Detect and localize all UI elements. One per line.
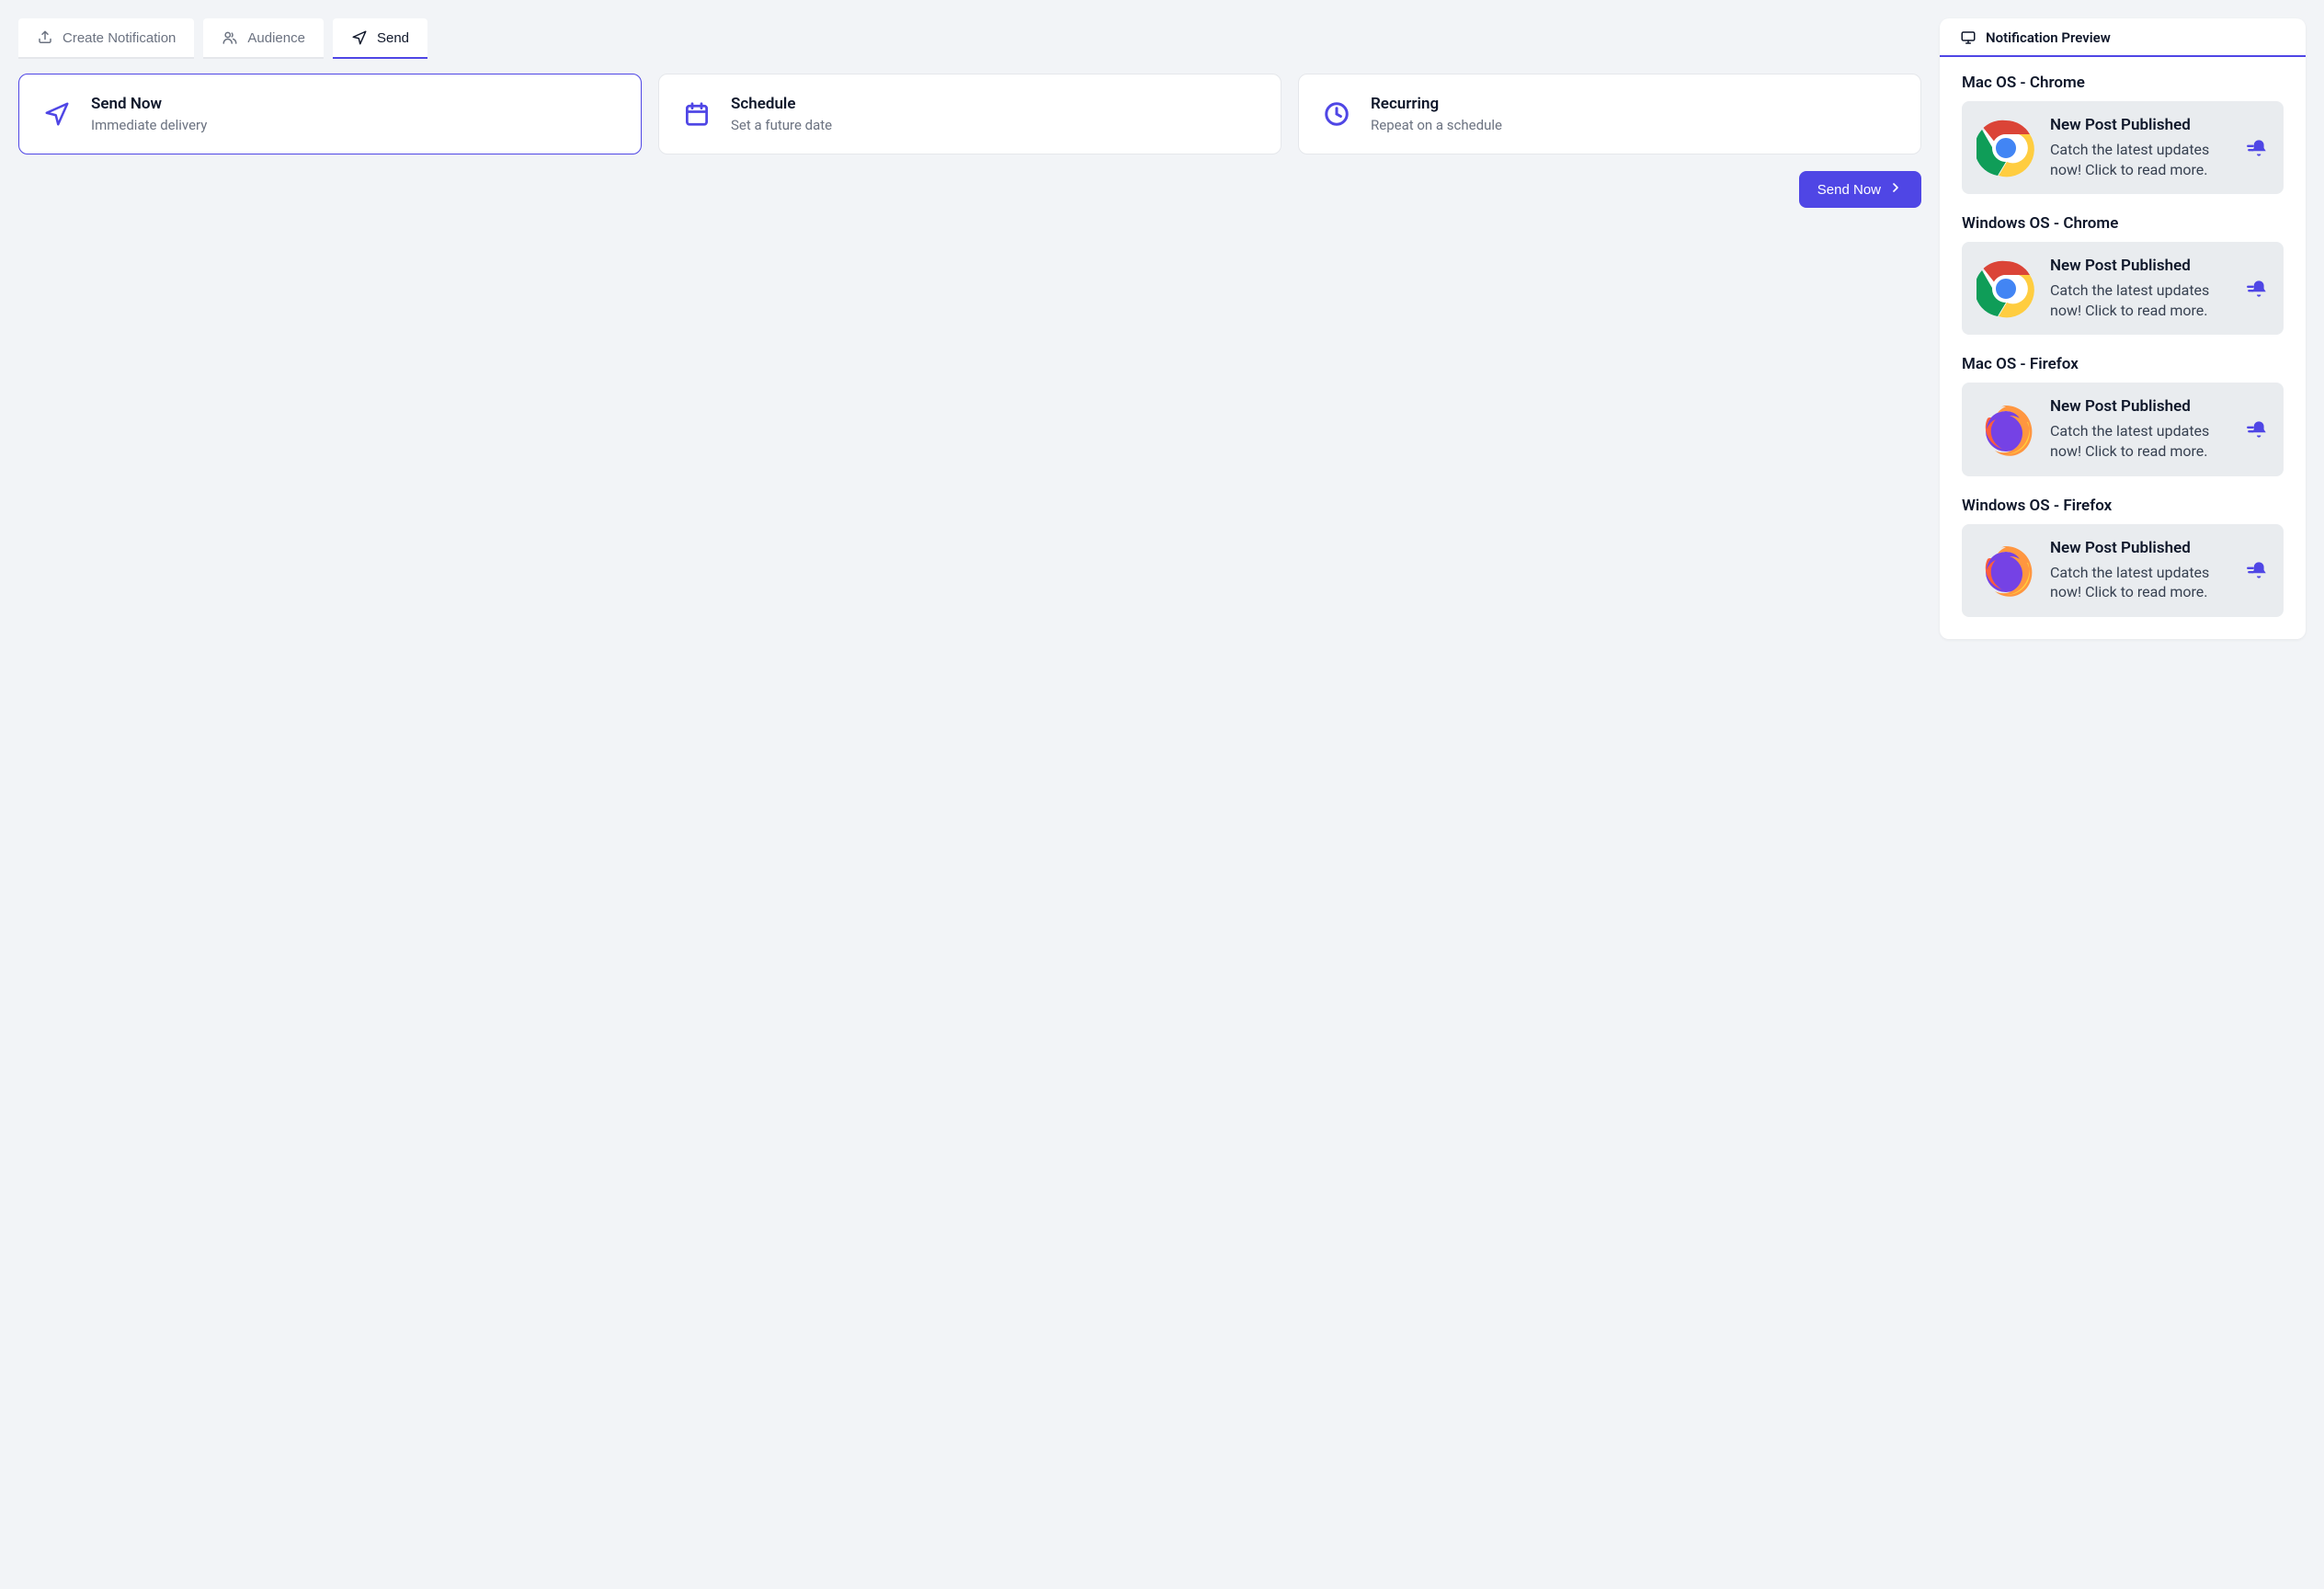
preview-header: Notification Preview [1940,18,2306,57]
preview-group-label: Windows OS - Firefox [1962,497,2284,515]
option-recurring[interactable]: Recurring Repeat on a schedule [1298,74,1921,154]
preview-body: Mac OS - Chrome New Post Published Catch… [1940,57,2306,639]
preview-group: Windows OS - Chrome New Post Published C… [1962,214,2284,335]
firefox-icon [1977,541,2035,600]
option-subtitle: Immediate delivery [91,117,207,133]
notification-title: New Post Published [2050,397,2230,416]
firefox-icon [1977,400,2035,459]
option-title: Recurring [1371,95,1502,113]
bell-icon [2245,277,2269,301]
notification-preview-panel: Notification Preview Mac OS - Chrome New… [1940,18,2306,639]
monitor-icon [1960,29,1977,46]
upload-icon [37,29,53,46]
send-icon [351,29,368,46]
tab-label: Audience [247,30,305,46]
notification-title: New Post Published [2050,539,2230,557]
option-title: Send Now [91,95,207,113]
send-now-button[interactable]: Send Now [1799,171,1921,208]
tab-label: Send [377,30,409,46]
option-subtitle: Set a future date [731,117,832,133]
send-icon [41,98,73,130]
notification-card: New Post Published Catch the latest upda… [1962,383,2284,475]
preview-group-label: Mac OS - Chrome [1962,74,2284,92]
chevron-right-icon [1888,180,1903,199]
preview-group: Mac OS - Chrome New Post Published Catch… [1962,74,2284,194]
tabs: Create Notification Audience Send [18,18,1921,59]
clock-icon [1321,98,1352,130]
notification-body: Catch the latest updates now! Click to r… [2050,280,2230,320]
bell-icon [2245,558,2269,582]
notification-body: Catch the latest updates now! Click to r… [2050,421,2230,461]
bell-icon [2245,136,2269,160]
chrome-icon [1977,119,2035,177]
preview-title: Notification Preview [1986,29,2111,46]
tab-send[interactable]: Send [333,18,427,59]
preview-group-label: Mac OS - Firefox [1962,355,2284,373]
tab-create-notification[interactable]: Create Notification [18,18,194,59]
preview-group: Windows OS - Firefox New Post Published … [1962,497,2284,617]
chrome-icon [1977,259,2035,318]
tab-label: Create Notification [63,30,176,46]
notification-title: New Post Published [2050,257,2230,275]
tab-audience[interactable]: Audience [203,18,324,59]
notification-card: New Post Published Catch the latest upda… [1962,242,2284,335]
option-subtitle: Repeat on a schedule [1371,117,1502,133]
bell-icon [2245,417,2269,441]
preview-group: Mac OS - Firefox New Post Published Catc… [1962,355,2284,475]
preview-group-label: Windows OS - Chrome [1962,214,2284,233]
users-icon [222,29,238,46]
send-options: Send Now Immediate delivery Schedule Set… [18,74,1921,154]
button-label: Send Now [1817,182,1881,198]
notification-body: Catch the latest updates now! Click to r… [2050,563,2230,602]
option-title: Schedule [731,95,832,113]
notification-card: New Post Published Catch the latest upda… [1962,101,2284,194]
notification-body: Catch the latest updates now! Click to r… [2050,140,2230,179]
calendar-icon [681,98,712,130]
option-send-now[interactable]: Send Now Immediate delivery [18,74,642,154]
notification-card: New Post Published Catch the latest upda… [1962,524,2284,617]
notification-title: New Post Published [2050,116,2230,134]
option-schedule[interactable]: Schedule Set a future date [658,74,1282,154]
